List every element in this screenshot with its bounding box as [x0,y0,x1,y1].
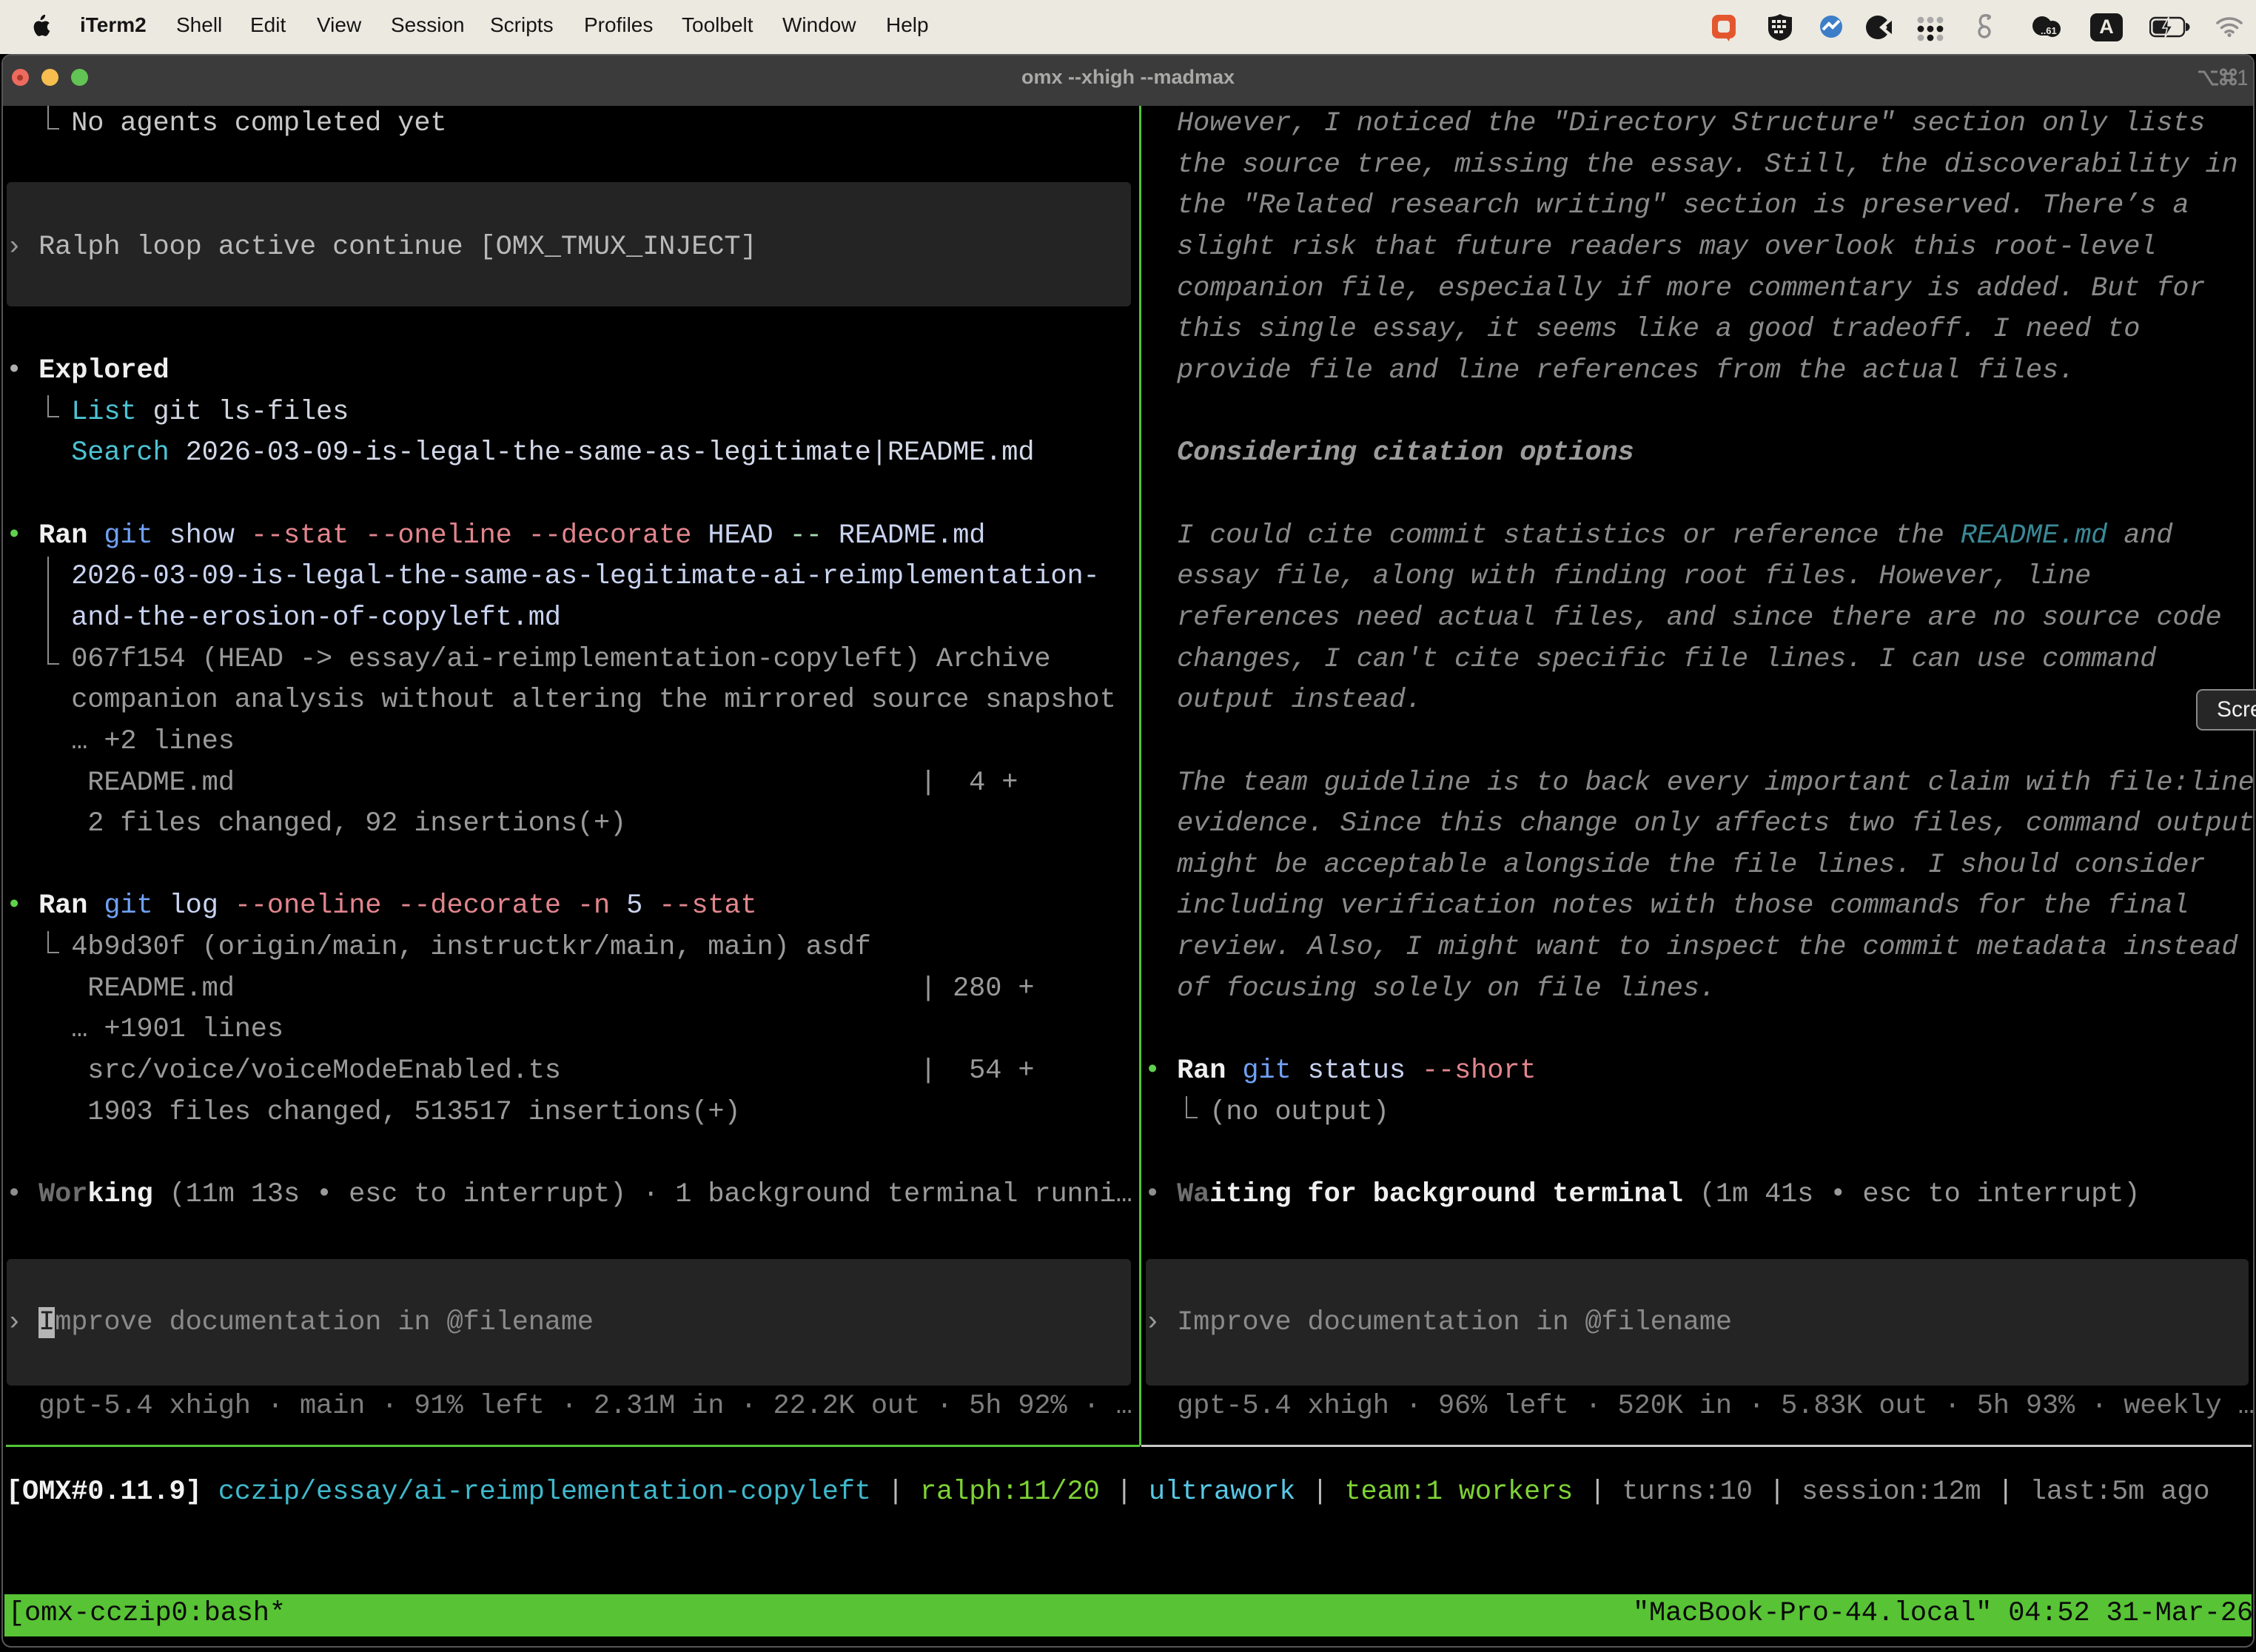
svg-text:1: 1 [2237,66,2247,90]
svg-text:..61: ..61 [2041,25,2057,36]
